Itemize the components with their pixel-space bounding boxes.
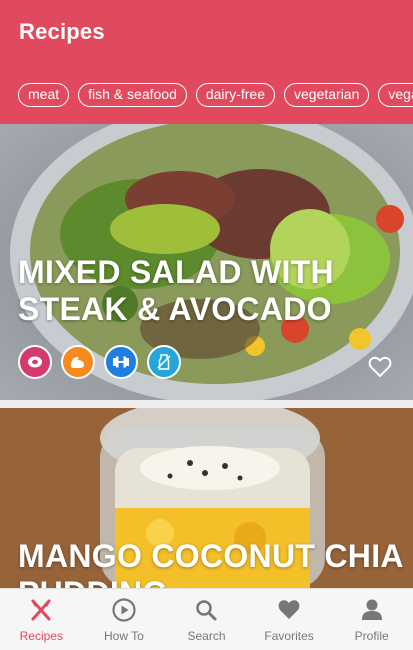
filter-chips: meat fish & seafood dairy-free vegetaria… [18, 83, 413, 107]
nav-label: Favorites [264, 629, 314, 643]
play-icon [112, 598, 136, 622]
nav-label: How To [103, 629, 144, 643]
app-header: Recipes meat fish & seafood dairy-free v… [0, 0, 413, 124]
profile-icon [361, 599, 382, 620]
fork-knife-icon [31, 599, 52, 621]
steak-icon [18, 345, 52, 379]
recipe-title: Mixed salad with steak & avocado [18, 254, 334, 327]
filter-chip-dairy-free[interactable]: dairy-free [195, 83, 275, 107]
recipe-card[interactable]: Mixed salad with steak & avocado [0, 124, 413, 400]
app-screen: Recipes meat fish & seafood dairy-free v… [0, 0, 413, 650]
recipe-title: Mango coconut chia pudding [18, 538, 403, 588]
nav-label: Search [187, 629, 226, 643]
nav-profile[interactable]: Profile [330, 589, 413, 650]
recipe-tags [18, 345, 181, 379]
nav-label: Profile [354, 629, 389, 643]
bottom-navigation: Recipes How To Search Favorites Profile [0, 588, 413, 650]
filter-chip-vegan[interactable]: vegan [378, 83, 413, 107]
nav-how-to[interactable]: How To [83, 589, 166, 650]
nav-recipes[interactable]: Recipes [0, 589, 83, 650]
filter-chip-meat[interactable]: meat [18, 83, 70, 107]
filter-chip-fish-seafood[interactable]: fish & seafood [78, 83, 187, 107]
nav-favorites[interactable]: Favorites [248, 589, 331, 650]
nav-search[interactable]: Search [165, 589, 248, 650]
dumbbell-icon [104, 345, 138, 379]
search-icon [196, 600, 217, 621]
filter-chip-vegetarian[interactable]: vegetarian [284, 83, 370, 107]
no-dairy-icon [147, 345, 181, 379]
recipe-card[interactable]: Mango coconut chia pudding [0, 408, 413, 588]
heart-icon [278, 600, 300, 619]
nav-label: Recipes [19, 629, 63, 643]
muscle-icon [61, 345, 95, 379]
page-title: Recipes [19, 19, 105, 44]
favorite-heart-icon[interactable] [368, 356, 392, 378]
